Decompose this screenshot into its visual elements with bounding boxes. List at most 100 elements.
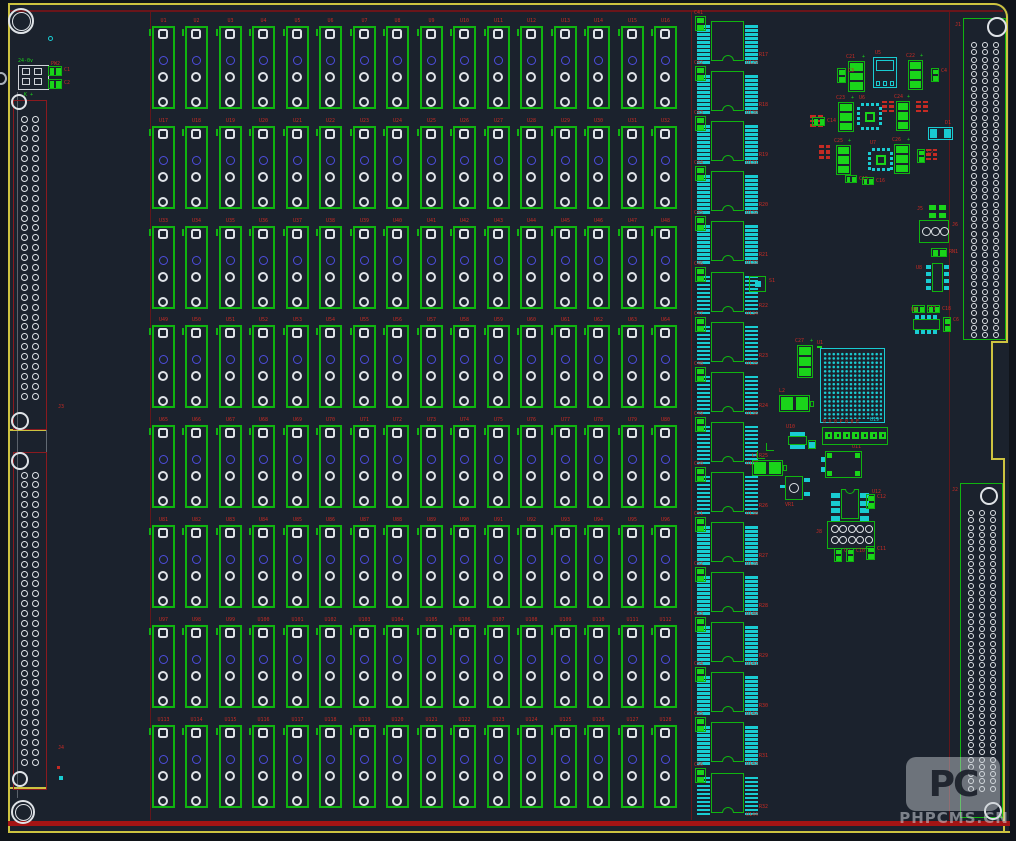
part-ecap3[interactable]: +C26: [894, 144, 910, 174]
part-conn2x2[interactable]: J5: [929, 205, 948, 219]
relay-footprint[interactable]: U104: [386, 617, 409, 711]
relay-footprint[interactable]: U96: [654, 517, 677, 611]
relay-footprint[interactable]: U123: [487, 717, 510, 811]
relay-footprint[interactable]: U100: [252, 617, 275, 711]
relay-footprint[interactable]: U116: [252, 717, 275, 811]
driver-ic[interactable]: C52R28U140: [696, 567, 764, 619]
relay-footprint[interactable]: U92: [520, 517, 543, 611]
driver-ic[interactable]: C41R17U129: [696, 16, 764, 68]
part-dpak[interactable]: U5: [873, 57, 897, 88]
relay-footprint[interactable]: U103: [353, 617, 376, 711]
part-qfn[interactable]: U6: [857, 103, 882, 130]
relay-footprint[interactable]: U114: [185, 717, 208, 811]
relay-footprint[interactable]: U13: [554, 18, 577, 112]
relay-footprint[interactable]: U46: [587, 218, 610, 312]
part-ring[interactable]: [48, 36, 53, 41]
part-ecap3[interactable]: +C21: [848, 61, 865, 92]
relay-footprint[interactable]: U8: [386, 18, 409, 112]
part-cap2v[interactable]: C5: [917, 149, 925, 163]
relay-footprint[interactable]: U110: [587, 617, 610, 711]
relay-footprint[interactable]: U90: [453, 517, 476, 611]
relay-footprint[interactable]: U76: [520, 417, 543, 511]
driver-ic[interactable]: C54R30U142: [696, 667, 764, 719]
relay-footprint[interactable]: U67: [219, 417, 242, 511]
relay-footprint[interactable]: U56: [386, 317, 409, 411]
relay-footprint[interactable]: U80: [654, 417, 677, 511]
relay-footprint[interactable]: U77: [554, 417, 577, 511]
relay-footprint[interactable]: U47: [621, 218, 644, 312]
part-redpads[interactable]: [819, 145, 830, 159]
relay-footprint[interactable]: U128: [654, 717, 677, 811]
part-cap2h[interactable]: C16: [862, 177, 874, 185]
part-cap2h[interactable]: C15: [845, 175, 857, 183]
relay-footprint[interactable]: U79: [621, 417, 644, 511]
relay-footprint[interactable]: U7: [353, 18, 376, 112]
part-redpads[interactable]: [882, 101, 894, 112]
relay-footprint[interactable]: U21: [286, 118, 309, 212]
relay-footprint[interactable]: U94: [587, 517, 610, 611]
relay-footprint[interactable]: U60: [520, 317, 543, 411]
relay-footprint[interactable]: U59: [487, 317, 510, 411]
part-greenstrip7[interactable]: 8X8P88E: [822, 427, 888, 445]
relay-footprint[interactable]: U5: [286, 18, 309, 112]
part-cap2v[interactable]: C10: [846, 548, 854, 562]
part-cap2h[interactable]: C1: [48, 66, 62, 76]
relay-footprint[interactable]: U70: [319, 417, 342, 511]
driver-ic[interactable]: C51R27U139: [696, 517, 764, 569]
part-cap2v[interactable]: C9: [834, 548, 842, 562]
part-cap2h[interactable]: C2: [48, 79, 62, 89]
relay-footprint[interactable]: U55: [353, 317, 376, 411]
driver-ic[interactable]: C55R31U143: [696, 717, 764, 769]
relay-footprint[interactable]: U51: [219, 317, 242, 411]
relay-footprint[interactable]: U36: [252, 218, 275, 312]
relay-footprint[interactable]: U28: [520, 118, 543, 212]
driver-ic[interactable]: C43R19U131: [696, 116, 764, 168]
relay-footprint[interactable]: U50: [185, 317, 208, 411]
driver-ic[interactable]: C48R24U136: [696, 367, 764, 419]
part-cap2v[interactable]: C6: [943, 317, 951, 332]
part-lbr[interactable]: [757, 451, 765, 459]
relay-footprint[interactable]: U66: [185, 417, 208, 511]
relay-footprint[interactable]: U22: [319, 118, 342, 212]
relay-footprint[interactable]: U11: [487, 18, 510, 112]
relay-footprint[interactable]: U109: [554, 617, 577, 711]
relay-footprint[interactable]: U12: [520, 18, 543, 112]
relay-footprint[interactable]: U99: [219, 617, 242, 711]
part-ecap3[interactable]: +C27: [797, 345, 813, 378]
relay-footprint[interactable]: U45: [554, 218, 577, 312]
part-reddot[interactable]: [57, 766, 60, 769]
relay-footprint[interactable]: U127: [621, 717, 644, 811]
part-sq[interactable]: S1: [749, 276, 766, 292]
relay-footprint[interactable]: U93: [554, 517, 577, 611]
part-cyansq[interactable]: [59, 776, 63, 780]
part-cap2h[interactable]: RN1: [931, 248, 947, 257]
relay-footprint[interactable]: U102: [319, 617, 342, 711]
part-lbr[interactable]: [766, 443, 774, 451]
part-qfn[interactable]: U7: [868, 148, 893, 171]
relay-footprint[interactable]: U3: [219, 18, 242, 112]
part-trimmer[interactable]: VR1: [785, 476, 803, 500]
part-soic8h[interactable]: U10: [788, 432, 807, 449]
driver-ic[interactable]: C44R20U132: [696, 166, 764, 218]
relay-footprint[interactable]: U68: [252, 417, 275, 511]
relay-footprint[interactable]: U41: [420, 218, 443, 312]
relay-footprint[interactable]: U9: [420, 18, 443, 112]
relay-footprint[interactable]: U120: [386, 717, 409, 811]
relay-footprint[interactable]: U98: [185, 617, 208, 711]
relay-footprint[interactable]: U33: [152, 218, 175, 312]
relay-footprint[interactable]: U29: [554, 118, 577, 212]
part-ecap3[interactable]: +C22: [908, 60, 923, 90]
relay-footprint[interactable]: U18: [185, 118, 208, 212]
relay-footprint[interactable]: U69: [286, 417, 309, 511]
relay-footprint[interactable]: U111: [621, 617, 644, 711]
relay-footprint[interactable]: U34: [185, 218, 208, 312]
right-edge-connector[interactable]: [963, 18, 1006, 340]
relay-footprint[interactable]: U52: [252, 317, 275, 411]
relay-footprint[interactable]: U44: [520, 218, 543, 312]
relay-footprint[interactable]: U61: [554, 317, 577, 411]
relay-footprint[interactable]: U62: [587, 317, 610, 411]
relay-footprint[interactable]: U17: [152, 118, 175, 212]
part-ecap3[interactable]: +C24: [896, 101, 910, 131]
relay-footprint[interactable]: U35: [219, 218, 242, 312]
relay-footprint[interactable]: U25: [420, 118, 443, 212]
